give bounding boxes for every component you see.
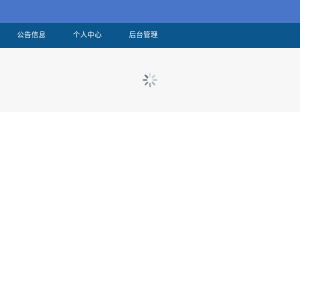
blank-content xyxy=(0,112,300,300)
nav-item-admin[interactable]: 后台管理 xyxy=(129,23,158,48)
nav-item-announcements[interactable]: 公告信息 xyxy=(17,23,46,48)
page: 公告信息 个人中心 后台管理 xyxy=(0,0,300,300)
loading-area xyxy=(0,48,300,112)
nav-item-personal-center[interactable]: 个人中心 xyxy=(73,23,102,48)
main-nav: 公告信息 个人中心 后台管理 xyxy=(0,23,300,48)
top-banner xyxy=(0,0,300,23)
loading-spinner-icon xyxy=(142,72,158,88)
